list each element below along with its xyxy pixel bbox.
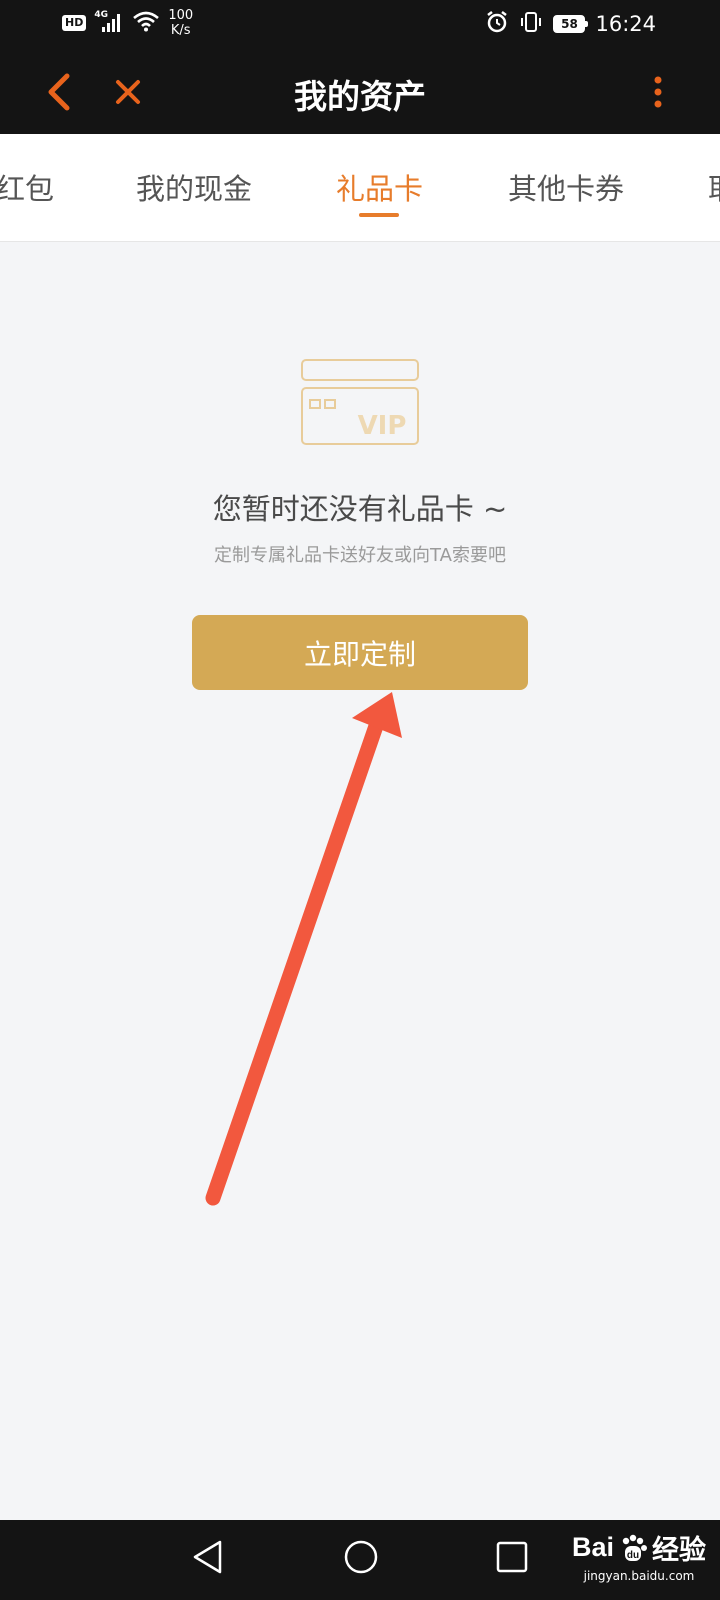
watermark-du: du xyxy=(627,1550,639,1561)
red-arrow-annotation xyxy=(205,692,402,1206)
recents-square-icon[interactable] xyxy=(494,1538,530,1576)
system-nav-bar: Bai du 经验 jingyan.baidu.com xyxy=(0,1520,720,1600)
watermark-bai: Bai xyxy=(571,1532,614,1562)
watermark-logo: Bai du 经验 xyxy=(572,1528,706,1567)
back-triangle-icon[interactable] xyxy=(190,1538,224,1576)
paw-icon: du xyxy=(622,1534,647,1561)
baidu-jingyan-watermark: Bai du 经验 jingyan.baidu.com xyxy=(572,1528,706,1583)
watermark-url: jingyan.baidu.com xyxy=(583,1569,695,1583)
watermark-jingyan: 经验 xyxy=(652,1535,706,1565)
home-circle-icon[interactable] xyxy=(342,1538,380,1576)
